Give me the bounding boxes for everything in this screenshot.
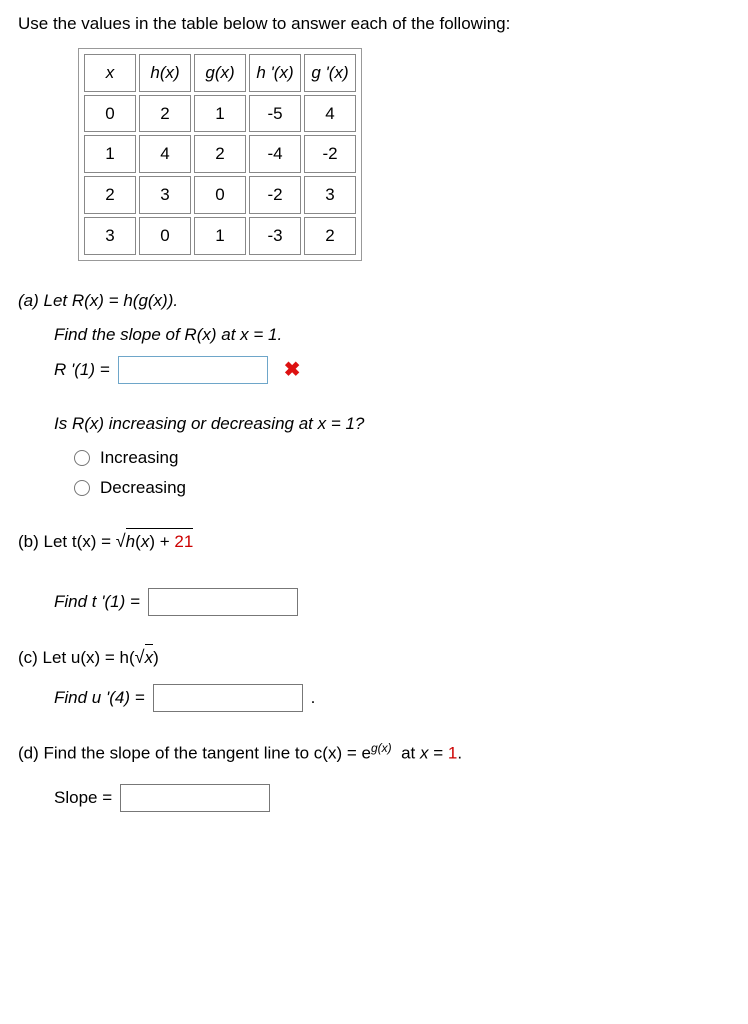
data-table: x h(x) g(x) h '(x) g '(x) 0 2 1 -5 4 1 4… bbox=[78, 48, 362, 261]
th-hx: h(x) bbox=[139, 54, 191, 92]
cell: 2 bbox=[84, 176, 136, 214]
cell: 0 bbox=[139, 217, 191, 255]
part-b-find-prefix: Find t '(1) = bbox=[54, 590, 140, 614]
sqrt-x: x bbox=[145, 644, 154, 670]
cell: 1 bbox=[194, 95, 246, 133]
part-a-question-text: Is R(x) increasing or decreasing at x = … bbox=[54, 414, 364, 433]
part-d-exp: g(x) bbox=[371, 741, 392, 755]
part-a-eq: R '(1) = ✖ bbox=[54, 356, 730, 384]
part-b-find: Find t '(1) = bbox=[54, 588, 730, 616]
table-row: 1 4 2 -4 -2 bbox=[84, 135, 356, 173]
radio-decreasing[interactable] bbox=[74, 480, 90, 496]
sqrt-icon: h(x) + 21 bbox=[116, 528, 194, 554]
part-c: (c) Let u(x) = h( x) Find u '(4) = . bbox=[18, 644, 730, 712]
part-c-trailing: . bbox=[311, 686, 316, 710]
table-header-row: x h(x) g(x) h '(x) g '(x) bbox=[84, 54, 356, 92]
part-a-def: (a) Let R(x) = h(g(x)). bbox=[18, 291, 178, 310]
cell: 0 bbox=[194, 176, 246, 214]
th-gx: g(x) bbox=[194, 54, 246, 92]
radio-increasing-label: Increasing bbox=[100, 446, 178, 470]
part-d-slope: Slope = bbox=[54, 784, 730, 812]
part-b: (b) Let t(x) = h(x) + 21 Find t '(1) = bbox=[18, 528, 730, 616]
sqrt-icon: x bbox=[135, 644, 153, 670]
part-d-before: (d) Find the slope of the tangent line t… bbox=[18, 744, 371, 763]
part-a-label: (a) Let R(x) = h(g(x)). bbox=[18, 289, 730, 313]
radio-increasing-row: Increasing bbox=[74, 446, 730, 470]
u-prime-4-input[interactable] bbox=[153, 684, 303, 712]
radio-decreasing-label: Decreasing bbox=[100, 476, 186, 500]
cell: 2 bbox=[304, 217, 356, 255]
th-hpx: h '(x) bbox=[249, 54, 301, 92]
th-x: x bbox=[84, 54, 136, 92]
cell: 1 bbox=[194, 217, 246, 255]
part-a-question: Is R(x) increasing or decreasing at x = … bbox=[54, 412, 730, 436]
cell: -2 bbox=[304, 135, 356, 173]
problem-intro: Use the values in the table below to ans… bbox=[18, 12, 730, 36]
table-row: 3 0 1 -3 2 bbox=[84, 217, 356, 255]
part-d-label: (d) Find the slope of the tangent line t… bbox=[18, 740, 730, 765]
slope-label: Slope = bbox=[54, 786, 112, 810]
th-gpx: g '(x) bbox=[304, 54, 356, 92]
table-row: 2 3 0 -2 3 bbox=[84, 176, 356, 214]
cell: -5 bbox=[249, 95, 301, 133]
cell: 1 bbox=[84, 135, 136, 173]
part-a-find-text: Find the slope of R(x) at x = 1. bbox=[54, 325, 282, 344]
cell: 4 bbox=[139, 135, 191, 173]
cell: 3 bbox=[84, 217, 136, 255]
part-c-label: (c) Let u(x) = h( x) bbox=[18, 644, 730, 670]
part-c-suffix: ) bbox=[153, 648, 159, 667]
cell: -4 bbox=[249, 135, 301, 173]
part-d-after: at x = 1. bbox=[392, 744, 462, 763]
table-row: 0 2 1 -5 4 bbox=[84, 95, 356, 133]
cell: 3 bbox=[304, 176, 356, 214]
cell: 0 bbox=[84, 95, 136, 133]
part-c-find: Find u '(4) = . bbox=[54, 684, 730, 712]
r-prime-1-input[interactable] bbox=[118, 356, 268, 384]
cell: 4 bbox=[304, 95, 356, 133]
part-d: (d) Find the slope of the tangent line t… bbox=[18, 740, 730, 811]
cell: 3 bbox=[139, 176, 191, 214]
part-b-label: (b) Let t(x) = h(x) + 21 bbox=[18, 528, 730, 554]
cell: 2 bbox=[194, 135, 246, 173]
part-a: (a) Let R(x) = h(g(x)). Find the slope o… bbox=[18, 289, 730, 500]
part-a-find: Find the slope of R(x) at x = 1. bbox=[54, 323, 730, 347]
part-c-find-prefix: Find u '(4) = bbox=[54, 686, 145, 710]
radio-decreasing-row: Decreasing bbox=[74, 476, 730, 500]
slope-input[interactable] bbox=[120, 784, 270, 812]
cell: -2 bbox=[249, 176, 301, 214]
t-prime-1-input[interactable] bbox=[148, 588, 298, 616]
cell: -3 bbox=[249, 217, 301, 255]
data-table-wrap: x h(x) g(x) h '(x) g '(x) 0 2 1 -5 4 1 4… bbox=[78, 48, 730, 261]
radio-increasing[interactable] bbox=[74, 450, 90, 466]
part-c-prefix: (c) Let u(x) = h( bbox=[18, 648, 135, 667]
part-a-eq-prefix: R '(1) = bbox=[54, 358, 110, 382]
incorrect-x-icon: ✖ bbox=[284, 356, 301, 384]
cell: 2 bbox=[139, 95, 191, 133]
part-b-prefix: (b) Let t(x) = bbox=[18, 532, 116, 551]
